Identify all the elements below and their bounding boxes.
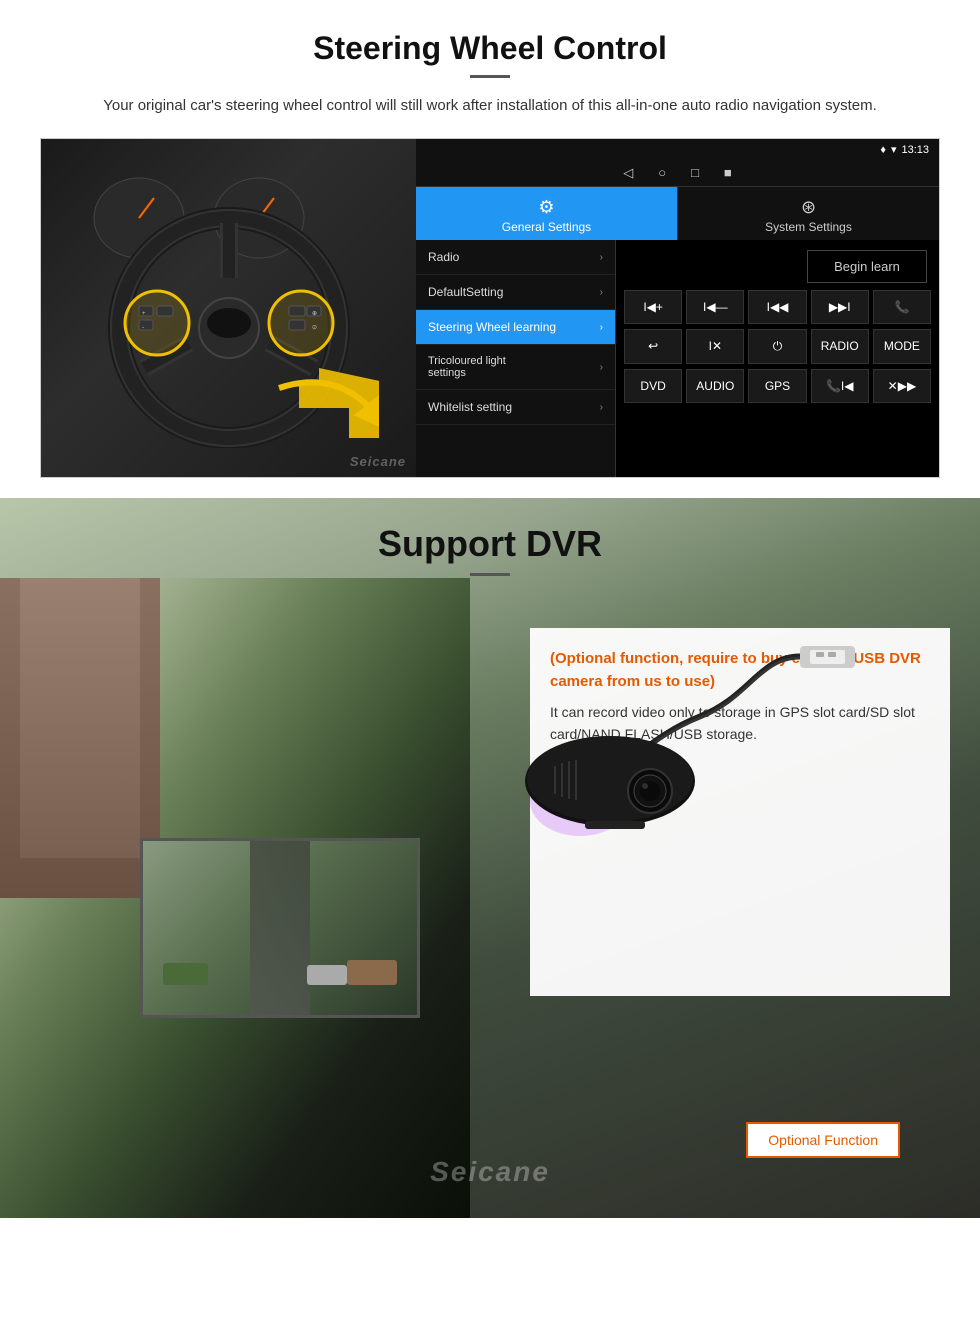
tab-system-label: System Settings [765,220,852,234]
seicane-watermark: Seicane [430,1156,550,1188]
nav-recent-icon[interactable]: □ [691,165,699,181]
ctrl-btn-next[interactable]: ▶▶I [811,290,869,324]
settings-tabs: ⚙ General Settings ⊛ System Settings [416,187,939,240]
android-ui: ♦ ▾ 13:13 ◁ ○ □ ■ ⚙ General Settings ⊛ S… [416,139,939,477]
status-bar: ♦ ▾ 13:13 [416,139,939,160]
status-time: 13:13 [901,144,929,156]
dvr-title: Support DVR [40,523,940,565]
begin-learn-row: Begin learn [624,248,931,285]
ctrl-btn-call-next[interactable]: ✕▶▶ [873,369,931,403]
optional-function-badge[interactable]: Optional Function [746,1122,900,1158]
svg-text:+: + [142,311,146,317]
ctrl-row-3: DVD AUDIO GPS 📞I◀ ✕▶▶ [624,369,931,403]
steering-title: Steering Wheel Control [40,30,940,67]
building-2 [20,578,140,858]
tab-general-label: General Settings [502,220,591,234]
menu-default-arrow: › [600,287,603,298]
svg-text:⊙: ⊙ [312,325,317,331]
steering-wheel-svg: + - ⊕ ⊙ [79,168,379,448]
menu-radio-arrow: › [600,252,603,263]
tab-general-settings[interactable]: ⚙ General Settings [416,187,677,240]
general-settings-icon: ⚙ [421,197,672,218]
menu-item-whitelist[interactable]: Whitelist setting › [416,390,615,425]
ctrl-btn-prev[interactable]: I◀◀ [748,290,806,324]
ctrl-btn-call-prev[interactable]: 📞I◀ [811,369,869,403]
ctrl-btn-mode[interactable]: MODE [873,329,931,364]
ctrl-btn-hangup[interactable]: ↩ [624,329,682,364]
menu-radio-label: Radio [428,250,459,264]
ctrl-btn-vol-up[interactable]: I◀+ [624,290,682,324]
ctrl-btn-audio[interactable]: AUDIO [686,369,744,403]
dvr-preview-thumbnail [140,838,420,1018]
menu-item-default[interactable]: DefaultSetting › [416,275,615,310]
menu-item-steering-wheel[interactable]: Steering Wheel learning › [416,310,615,345]
steering-composite: + - ⊕ ⊙ [40,138,940,478]
title-divider [470,75,510,78]
nav-menu-icon[interactable]: ■ [724,165,732,181]
menu-steering-arrow: › [600,322,603,333]
begin-learn-button[interactable]: Begin learn [807,250,927,283]
menu-item-radio[interactable]: Radio › [416,240,615,275]
nav-back-icon[interactable]: ◁ [623,165,633,181]
dvr-info-card: (Optional function, require to buy exter… [530,628,950,996]
dvr-title-area: Support DVR [0,498,980,586]
dvr-camera-svg [500,636,880,836]
steering-section: Steering Wheel Control Your original car… [0,0,980,498]
svg-text:⊕: ⊕ [312,311,317,317]
preview-car-3 [163,963,208,985]
signal-icon: ♦ [880,144,886,156]
dvr-preview-road [250,841,310,1015]
ctrl-btn-gps[interactable]: GPS [748,369,806,403]
ctrl-btn-mute[interactable]: I✕ [686,329,744,364]
menu-default-label: DefaultSetting [428,285,503,299]
tab-system-settings[interactable]: ⊛ System Settings [677,187,939,240]
ctrl-btn-vol-down[interactable]: I◀— [686,290,744,324]
ctrl-row-1: I◀+ I◀— I◀◀ ▶▶I 📞 [624,290,931,324]
svg-text:-: - [142,325,144,331]
menu-list: Radio › DefaultSetting › Steering Wheel … [416,240,616,477]
dvr-section: Support DVR (Optional function, require … [0,498,980,1218]
ctrl-btn-call[interactable]: 📞 [873,290,931,324]
menu-area: Radio › DefaultSetting › Steering Wheel … [416,240,939,477]
menu-whitelist-arrow: › [600,402,603,413]
dvr-divider [470,573,510,576]
steering-watermark: Seicane [350,454,406,469]
ctrl-btn-dvd[interactable]: DVD [624,369,682,403]
menu-whitelist-label: Whitelist setting [428,400,512,414]
nav-bar: ◁ ○ □ ■ [416,160,939,187]
nav-home-icon[interactable]: ○ [658,165,666,181]
dvr-camera-area [500,626,880,846]
menu-steering-label: Steering Wheel learning [428,320,556,334]
controls-panel: Begin learn I◀+ I◀— I◀◀ ▶▶I 📞 ↩ I✕ ⏻ [616,240,939,477]
steering-photo: + - ⊕ ⊙ [41,139,416,477]
preview-car-1 [347,960,397,985]
wifi-icon: ▾ [891,143,897,156]
ctrl-row-2: ↩ I✕ ⏻ RADIO MODE [624,329,931,364]
menu-tricoloured-arrow: › [600,362,603,373]
system-settings-icon: ⊛ [683,197,934,218]
steering-description: Your original car's steering wheel contr… [40,94,940,118]
menu-item-tricoloured[interactable]: Tricoloured lightsettings › [416,345,615,390]
preview-car-2 [307,965,347,985]
menu-tricoloured-label: Tricoloured lightsettings [428,355,506,379]
ctrl-btn-power[interactable]: ⏻ [748,329,806,364]
ctrl-btn-radio[interactable]: RADIO [811,329,869,364]
